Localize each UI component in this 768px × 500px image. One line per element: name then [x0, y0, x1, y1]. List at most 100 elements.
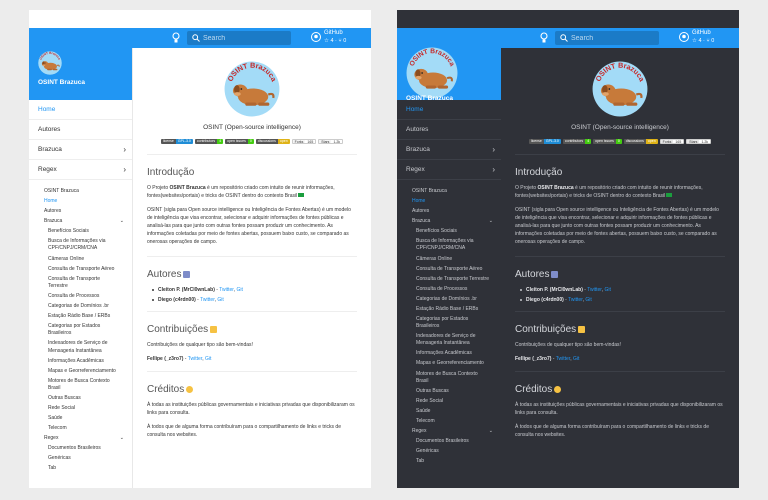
toc-item[interactable]: Brazuca ⌄: [44, 218, 132, 225]
toc-item[interactable]: Câmeras Online: [48, 256, 132, 263]
toc-item[interactable]: Telecom: [416, 418, 501, 425]
toc-item[interactable]: Documentos Brasileiros: [416, 438, 501, 445]
toc-item[interactable]: Benefícios Sociais: [416, 228, 501, 235]
toc-item[interactable]: Estação Rádio Base / ERBs: [48, 313, 132, 320]
search-input[interactable]: [203, 32, 287, 44]
toc-item[interactable]: Regex ⌄: [412, 428, 501, 435]
git-link[interactable]: Git: [585, 297, 591, 303]
toc-item[interactable]: Saúde: [48, 415, 132, 422]
toc-item[interactable]: Home: [412, 198, 501, 205]
chevron-down-icon[interactable]: ⌄: [120, 435, 124, 442]
twitter-link[interactable]: Twitter: [587, 287, 601, 293]
repo-badge[interactable]: license GPL-3.0: [528, 139, 561, 144]
toc-item[interactable]: Home: [44, 198, 132, 205]
theme-toggle-bulb-icon[interactable]: [172, 32, 180, 44]
repo-badge[interactable]: discussions open: [255, 139, 290, 144]
toc-item[interactable]: Indexadores de Serviço de Mensageria Ins…: [48, 340, 132, 355]
repo-badge[interactable]: Forks 165: [291, 139, 317, 144]
twitter-link[interactable]: Twitter: [188, 356, 202, 362]
theme-toggle-bulb-icon[interactable]: [540, 32, 548, 44]
toc-item[interactable]: Categorias de Domínios .br: [416, 296, 501, 303]
toc-item[interactable]: Rede Social: [48, 405, 132, 412]
repo-badge[interactable]: contributors 4: [194, 139, 224, 144]
search-box[interactable]: [555, 31, 659, 45]
twitter-link[interactable]: Twitter: [556, 356, 570, 362]
repo-badge[interactable]: Forks 165: [659, 139, 685, 144]
nav-item-label: Home: [406, 106, 424, 113]
toc-item[interactable]: Tab: [48, 465, 132, 472]
toc-item[interactable]: Consulta de Transporte Terrestre: [416, 276, 501, 283]
nav-item[interactable]: Regex ›: [29, 160, 132, 180]
chevron-down-icon[interactable]: ⌄: [120, 218, 124, 225]
toc-item[interactable]: OSINT Brazuca: [412, 188, 501, 195]
toc-item[interactable]: Genéricas: [416, 448, 501, 455]
git-link[interactable]: Git: [604, 287, 610, 293]
repo-badge[interactable]: discussions open: [623, 139, 658, 144]
toc-item[interactable]: Motores de Busca Contexto Brasil: [416, 371, 501, 386]
toc-item[interactable]: Categorias de Domínios .br: [48, 303, 132, 310]
toc-item[interactable]: Consulta de Transporte Terrestre: [48, 276, 132, 291]
toc-item[interactable]: Mapas e Georreferenciamento: [416, 360, 501, 367]
git-link[interactable]: Git: [573, 356, 579, 362]
toc-item[interactable]: Autores: [412, 208, 501, 215]
site-header[interactable]: OSINT Brazuca: [397, 47, 501, 102]
git-link[interactable]: Git: [236, 287, 242, 293]
toc-item[interactable]: Telecom: [48, 425, 132, 432]
toc-item[interactable]: Benefícios Sociais: [48, 228, 132, 235]
repo-badge[interactable]: Stars 1.2k: [686, 139, 712, 144]
chevron-down-icon[interactable]: ⌄: [489, 218, 493, 225]
repo-badge[interactable]: license GPL-3.0: [160, 139, 193, 144]
intro-text: O Projeto: [515, 185, 538, 191]
toc-item[interactable]: Consulta de Transporte Aéreo: [48, 266, 132, 273]
toc-item[interactable]: Consulta de Processos: [416, 286, 501, 293]
toc-item[interactable]: Informações Acadêmicas: [48, 358, 132, 365]
repo-badge[interactable]: open issues 0: [593, 139, 622, 144]
toc-item[interactable]: Categorias por Estados Brasileiros: [48, 323, 132, 338]
toc-item[interactable]: Consulta de Transporte Aéreo: [416, 266, 501, 273]
toc-item[interactable]: Tab: [416, 458, 501, 465]
contrib-heading: Contribuições: [147, 324, 357, 335]
toc-item[interactable]: Genéricas: [48, 455, 132, 462]
toc-item[interactable]: OSINT Brazuca: [44, 188, 132, 195]
toc-item[interactable]: Rede Social: [416, 398, 501, 405]
nav-item[interactable]: Home: [397, 100, 501, 120]
repo-badge[interactable]: Stars 1.2k: [318, 139, 344, 144]
search-box[interactable]: [187, 31, 291, 45]
nav-item[interactable]: Autores: [29, 120, 132, 140]
toc-item[interactable]: Estação Rádio Base / ERBs: [416, 306, 501, 313]
toc-item[interactable]: Mapas e Georreferenciamento: [48, 368, 132, 375]
toc-item[interactable]: Saúde: [416, 408, 501, 415]
site-header[interactable]: OSINT Brazuca: [29, 48, 132, 100]
toc-item[interactable]: Busca de Informações via CPF/CNPJ/CRM/CN…: [48, 238, 132, 253]
nav-item[interactable]: Brazuca ›: [397, 140, 501, 160]
twitter-link[interactable]: Twitter: [219, 287, 233, 293]
toc-item[interactable]: Outras Buscas: [416, 388, 501, 395]
toc-item[interactable]: Documentos Brasileiros: [48, 445, 132, 452]
toc-item[interactable]: Indexadores de Serviço de Mensageria Ins…: [416, 333, 501, 348]
toc-item[interactable]: Brazuca ⌄: [412, 218, 501, 225]
git-link[interactable]: Git: [205, 356, 211, 362]
nav-item[interactable]: Regex ›: [397, 160, 501, 180]
twitter-link[interactable]: Twitter: [200, 297, 214, 303]
credits-paragraph: À todos que de alguma forma contribuíram…: [515, 424, 709, 438]
toc-item[interactable]: Consulta de Processos: [48, 293, 132, 300]
repo-badge[interactable]: contributors 4: [562, 139, 592, 144]
twitter-link[interactable]: Twitter: [568, 297, 582, 303]
toc-item[interactable]: Motores de Busca Contexto Brasil: [48, 378, 132, 393]
table-of-contents: OSINT Brazuca Home Autores Brazuca ⌄ Benefíci…: [397, 180, 501, 465]
toc-item[interactable]: Regex ⌄: [44, 435, 132, 442]
git-link[interactable]: Git: [217, 297, 223, 303]
search-input[interactable]: [571, 32, 655, 44]
toc-item[interactable]: Categorias por Estados Brasileiros: [416, 316, 501, 331]
chevron-down-icon[interactable]: ⌄: [489, 428, 493, 435]
toc-item[interactable]: Autores: [44, 208, 132, 215]
toc-item[interactable]: Busca de Informações via CPF/CNPJ/CRM/CN…: [416, 238, 501, 253]
repo-badge[interactable]: open issues 0: [225, 139, 254, 144]
toc-item[interactable]: Câmeras Online: [416, 256, 501, 263]
nav-item[interactable]: Autores: [397, 120, 501, 140]
nav-item[interactable]: Home: [29, 100, 132, 120]
toc-item[interactable]: Informações Acadêmicas: [416, 350, 501, 357]
table-of-contents: OSINT Brazuca Home Autores Brazuca ⌄ Benefíci…: [29, 180, 132, 473]
nav-item[interactable]: Brazuca ›: [29, 140, 132, 160]
toc-item[interactable]: Outras Buscas: [48, 395, 132, 402]
